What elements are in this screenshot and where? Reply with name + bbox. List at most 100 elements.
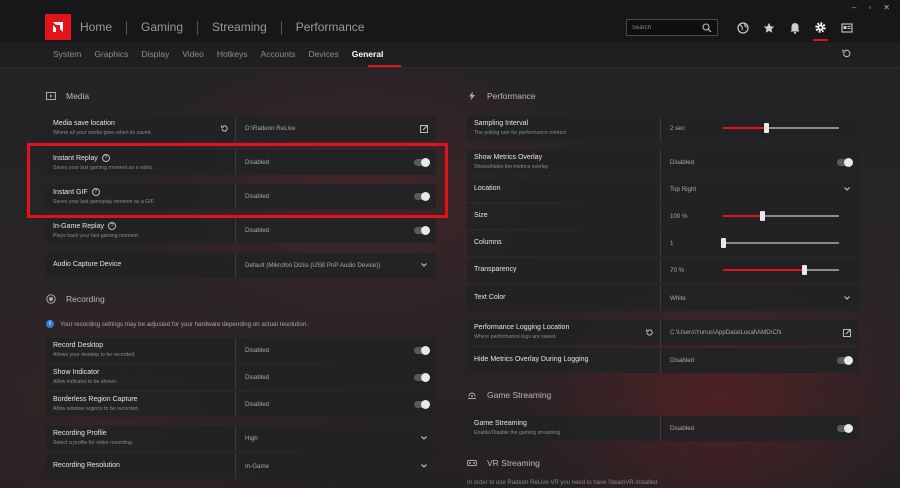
- show-metrics-overlay-row: Show Metrics Overlay Shows/hides the met…: [467, 150, 859, 175]
- bell-icon[interactable]: [787, 20, 802, 35]
- setting-label: Hide Metrics Overlay During Logging: [474, 356, 589, 363]
- reset-icon[interactable]: [220, 124, 229, 133]
- slider-handle[interactable]: [802, 265, 808, 275]
- game-streaming-section-header: Game Streaming: [467, 390, 551, 400]
- recording-resolution-row[interactable]: Recording Resolution In-Game: [46, 454, 436, 479]
- setting-description: Allows your desktop to be recorded.: [53, 352, 136, 358]
- setting-label: Recording Profile: [53, 430, 107, 437]
- help-icon[interactable]: ?: [107, 222, 116, 230]
- amd-logo-icon: [53, 22, 63, 32]
- nav-separator: [126, 21, 128, 35]
- setting-label: Media save location: [53, 120, 115, 127]
- tab-video[interactable]: Video: [182, 49, 204, 59]
- media-icon: [46, 91, 56, 101]
- maximize-button[interactable]: ▫: [868, 3, 871, 12]
- tab-hotkeys[interactable]: Hotkeys: [217, 49, 248, 59]
- setting-value: Disabled: [245, 227, 270, 234]
- highlight-annotation: [27, 143, 448, 218]
- account-panel-icon[interactable]: [839, 20, 854, 35]
- dropdown-value: Top Right: [670, 186, 697, 193]
- nav-separator: [280, 21, 282, 35]
- tab-display[interactable]: Display: [141, 49, 169, 59]
- show-indicator-row: Show Indicator Allow indicator to be sho…: [46, 365, 436, 390]
- setting-label: Transparency: [474, 266, 517, 273]
- info-text: Your recording settings may be adjusted …: [60, 320, 309, 328]
- tab-general[interactable]: General: [352, 49, 384, 59]
- star-icon[interactable]: [761, 20, 776, 35]
- record-desktop-toggle[interactable]: [414, 346, 430, 355]
- chevron-down-icon[interactable]: [420, 434, 428, 442]
- search-input[interactable]: [632, 24, 702, 31]
- setting-label: Location: [474, 185, 501, 192]
- active-tab-indicator: [368, 65, 401, 67]
- setting-description: Enable/Disable the gaming streaming: [474, 430, 561, 436]
- search-box[interactable]: [626, 19, 718, 36]
- nav-streaming[interactable]: Streaming: [212, 20, 267, 35]
- location-row[interactable]: Location Top Right: [467, 177, 859, 202]
- columns-slider[interactable]: [721, 238, 839, 248]
- setting-value: D:\Radeon ReLive: [245, 125, 296, 132]
- setting-label: Sampling Interval: [474, 120, 529, 127]
- setting-label: Performance Logging Location: [474, 324, 570, 331]
- show-metrics-overlay-toggle[interactable]: [837, 158, 853, 167]
- chevron-down-icon[interactable]: [420, 462, 428, 470]
- setting-label: Columns: [474, 239, 502, 246]
- sampling-interval-slider[interactable]: [723, 123, 839, 133]
- tab-system[interactable]: System: [53, 49, 81, 59]
- game-streaming-toggle[interactable]: [837, 424, 853, 433]
- edit-folder-icon[interactable]: [843, 328, 852, 337]
- slider-handle[interactable]: [721, 238, 726, 248]
- text-color-row[interactable]: Text Color White: [467, 286, 859, 311]
- chevron-down-icon[interactable]: [843, 185, 851, 193]
- media-save-location-row: Media save location Where all your media…: [46, 116, 436, 141]
- media-title: Media: [66, 91, 90, 101]
- columns-row: Columns 1: [467, 231, 859, 256]
- recording-profile-row[interactable]: Recording Profile Select a profile for v…: [46, 426, 436, 451]
- setting-value: Disabled: [670, 357, 695, 364]
- transparency-row: Transparency 70 %: [467, 258, 859, 283]
- nav-home[interactable]: Home: [80, 20, 112, 35]
- setting-description: The polling rate for performance metrics: [474, 130, 566, 136]
- setting-label: In-Game Replay: [53, 222, 104, 230]
- reset-icon[interactable]: [841, 48, 852, 59]
- setting-label: Show Metrics Overlay: [474, 154, 543, 161]
- borderless-region-capture-toggle[interactable]: [414, 400, 430, 409]
- setting-value: 70 %: [670, 267, 685, 274]
- minimize-button[interactable]: –: [852, 3, 856, 12]
- borderless-region-capture-row: Borderless Region Capture Allow window r…: [46, 392, 436, 417]
- show-indicator-toggle[interactable]: [414, 373, 430, 382]
- setting-value: C:\Users\Yunus\AppData\Local\AMD\CN: [670, 329, 782, 336]
- transparency-slider[interactable]: [723, 265, 839, 275]
- performance-title: Performance: [487, 91, 536, 101]
- tab-graphics[interactable]: Graphics: [94, 49, 128, 59]
- hide-metrics-overlay-during-logging-row: Hide Metrics Overlay During Logging Disa…: [467, 348, 859, 373]
- setting-value: Disabled: [670, 159, 695, 166]
- broadcast-icon: [467, 390, 477, 400]
- nav-performance[interactable]: Performance: [296, 20, 365, 35]
- chevron-down-icon[interactable]: [843, 294, 851, 302]
- edit-folder-icon[interactable]: [420, 124, 429, 133]
- globe-icon[interactable]: [735, 20, 750, 35]
- setting-label: Record Desktop: [53, 342, 104, 349]
- tab-devices[interactable]: Devices: [309, 49, 339, 59]
- recording-title: Recording: [66, 294, 105, 304]
- in-game-replay-toggle[interactable]: [414, 226, 430, 235]
- settings-gear-icon[interactable]: [813, 20, 828, 41]
- slider-handle[interactable]: [763, 123, 769, 133]
- tab-accounts[interactable]: Accounts: [261, 49, 296, 59]
- reset-icon[interactable]: [645, 328, 654, 337]
- chevron-down-icon[interactable]: [420, 261, 428, 269]
- size-slider[interactable]: [723, 211, 839, 221]
- audio-capture-device-row[interactable]: Audio Capture Device Default (Mikrofon D…: [46, 253, 436, 278]
- slider-handle[interactable]: [760, 211, 766, 221]
- setting-label: Show Indicator: [53, 369, 100, 376]
- setting-description: Where performance logs are saved.: [474, 334, 557, 340]
- amd-logo[interactable]: [45, 14, 71, 40]
- search-icon[interactable]: [702, 22, 712, 33]
- hide-metrics-overlay-toggle[interactable]: [837, 356, 853, 365]
- vr-headset-icon: [467, 458, 477, 468]
- close-button[interactable]: ✕: [883, 3, 890, 12]
- nav-gaming[interactable]: Gaming: [141, 20, 183, 35]
- vr-streaming-note: In order to use Radeon ReLive VR you nee…: [467, 480, 658, 486]
- top-bar: Home Gaming Streaming Performance – ▫ ✕: [0, 0, 900, 42]
